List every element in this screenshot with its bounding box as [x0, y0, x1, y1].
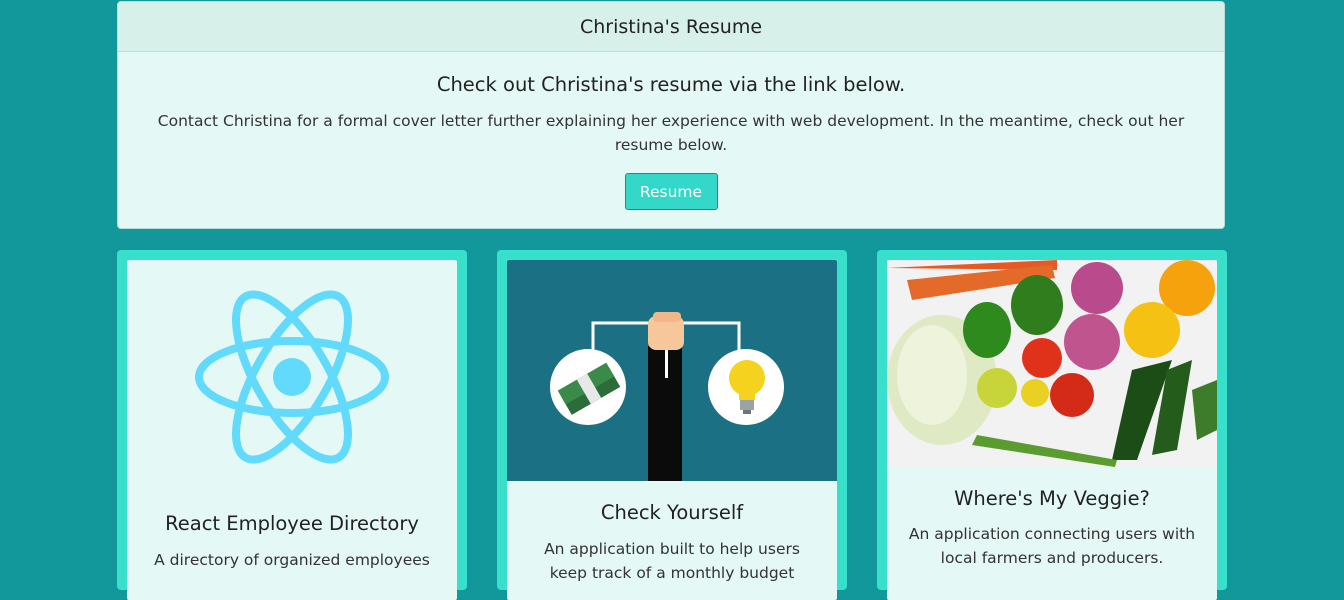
resume-body: Check out Christina's resume via the lin… — [118, 73, 1224, 210]
project-card-check-yourself[interactable]: Check Yourself An application built to h… — [497, 250, 847, 600]
vegetables-image — [887, 260, 1217, 467]
project-card-react[interactable]: React Employee Directory A directory of … — [117, 250, 467, 600]
project-description: A directory of organized employees — [154, 551, 430, 569]
project-card-inner: Check Yourself An application built to h… — [507, 260, 837, 600]
project-card-inner: Where's My Veggie? An application connec… — [887, 260, 1217, 600]
react-logo-icon — [127, 260, 457, 490]
project-title: Where's My Veggie? — [954, 487, 1150, 510]
resume-title: Check out Christina's resume via the lin… — [436, 73, 906, 96]
project-title: React Employee Directory — [165, 512, 419, 535]
resume-card: Christina's Resume Check out Christina's… — [117, 1, 1225, 229]
project-title: Check Yourself — [600, 501, 744, 524]
balance-money-idea-icon — [507, 260, 837, 481]
resume-header: Christina's Resume — [118, 2, 1224, 52]
project-description: An application connecting users with loc… — [908, 525, 1196, 567]
resume-description: Contact Christina for a formal cover let… — [157, 112, 1185, 154]
project-description: An application built to help users keep … — [544, 540, 800, 582]
project-card-inner: React Employee Directory A directory of … — [127, 260, 457, 600]
resume-button[interactable]: Resume — [624, 173, 718, 210]
project-card-veggie[interactable]: Where's My Veggie? An application connec… — [877, 250, 1227, 600]
